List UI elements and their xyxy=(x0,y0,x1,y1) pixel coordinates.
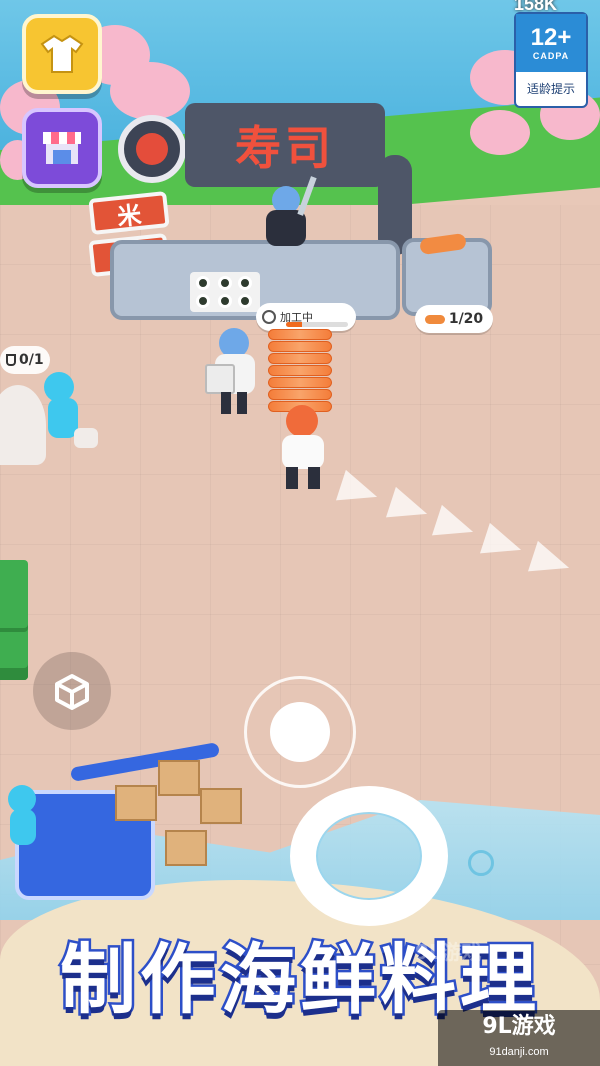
age-rating-org: CADPA xyxy=(532,51,570,61)
shop-button[interactable] xyxy=(22,108,102,188)
cardboard-box xyxy=(115,785,157,821)
salmon-stack xyxy=(268,328,332,412)
age-rating: 12+ xyxy=(530,24,572,51)
cherry-blossom xyxy=(470,110,530,155)
salmon-counter-text: 1/20 xyxy=(448,311,484,327)
package-icon xyxy=(55,674,89,710)
processing-status: 加工中 xyxy=(256,303,356,331)
bubble xyxy=(468,850,494,876)
stall-sign-text: 寿司 xyxy=(235,121,335,175)
customer-character xyxy=(38,372,98,462)
processing-progress-fill xyxy=(286,322,302,327)
timer-icon xyxy=(262,310,276,324)
drop-package-button[interactable] xyxy=(33,652,111,730)
stall-sign: 寿司 xyxy=(185,103,385,187)
age-rating-label: 适龄提示 xyxy=(526,82,575,96)
cardboard-box xyxy=(165,830,207,866)
processing-progress-bar xyxy=(286,322,348,327)
age-rating-badge: 12+ CADPA 适龄提示 xyxy=(514,12,588,108)
salmon-counter: 1/20 xyxy=(415,305,493,333)
shop-icon xyxy=(43,132,81,164)
site-watermark: 9L游戏 91danji.com xyxy=(438,1010,600,1066)
faded-watermark-logo: 9L游戏 xyxy=(415,940,482,964)
cardboard-box xyxy=(158,760,200,796)
waiter-character xyxy=(205,328,265,418)
sushi-stall[interactable]: 寿司 米 鱼 xyxy=(80,95,412,335)
joystick-knob[interactable] xyxy=(270,702,330,762)
watermark-sub: 91danji.com xyxy=(489,1046,549,1058)
table-counter-text: 0/1 xyxy=(19,352,44,368)
sushi-roll-tray xyxy=(190,272,260,312)
shirt-icon xyxy=(40,34,84,73)
sushi-bowl-icon xyxy=(118,115,186,183)
green-crate-stack xyxy=(0,560,28,680)
side-sign-rice: 米 xyxy=(88,191,170,235)
player-character xyxy=(276,405,336,495)
lifebuoy xyxy=(290,786,448,926)
salmon-icon xyxy=(424,314,445,324)
cup-icon xyxy=(6,354,16,366)
outfit-button[interactable] xyxy=(22,14,102,94)
worker-character xyxy=(0,785,45,855)
chef-character xyxy=(254,176,317,266)
watermark-main: 9L游戏 xyxy=(482,1014,556,1039)
cardboard-box xyxy=(200,788,242,824)
table-counter: 0/1 xyxy=(0,346,50,374)
side-sign-rice-text: 米 xyxy=(115,200,143,231)
